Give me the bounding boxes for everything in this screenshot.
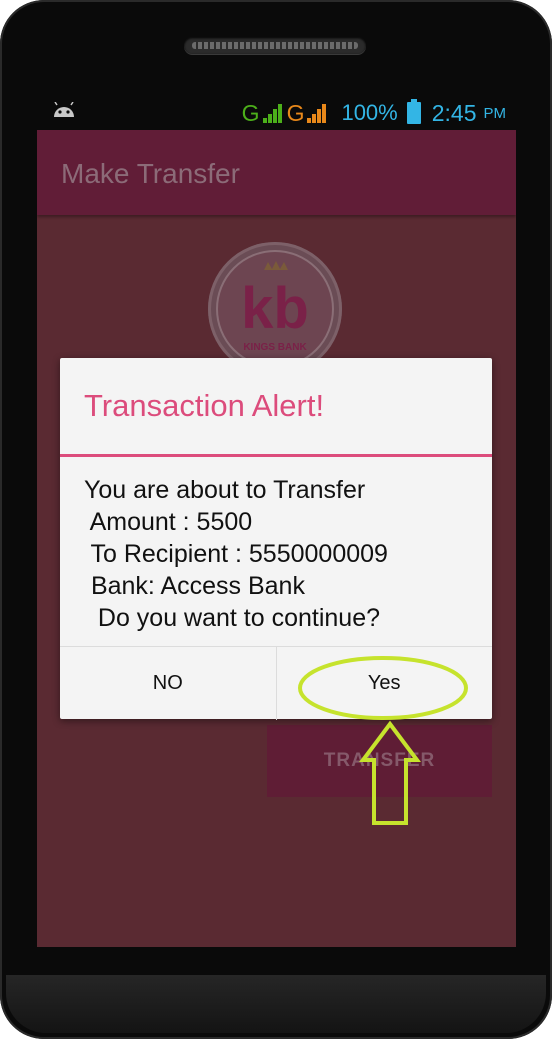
dialog-title: Transaction Alert! <box>84 388 325 423</box>
logo-monogram: kb <box>241 276 309 341</box>
clock-ampm: PM <box>483 104 507 122</box>
dialog-title-divider <box>60 454 492 457</box>
network-type-1: G <box>241 99 260 126</box>
no-button[interactable]: NO <box>60 647 277 720</box>
battery-icon <box>406 99 421 124</box>
transaction-alert-dialog: Transaction Alert! You are about to Tran… <box>60 358 492 720</box>
signal-icon <box>307 103 327 123</box>
battery-percent: 100% <box>341 100 398 125</box>
phone-chin <box>6 975 546 1033</box>
network-type-2: G <box>286 99 305 126</box>
yes-button[interactable]: Yes <box>277 647 493 720</box>
bank-logo: kb KINGS BANK <box>208 242 342 376</box>
dialog-message-line: You are about to Transfer <box>84 476 366 504</box>
dialog-message-line: Bank: Access Bank <box>84 572 305 600</box>
dialog-message-line: Do you want to continue? <box>84 604 381 632</box>
android-debug-icon <box>52 101 76 123</box>
dialog-message-line: To Recipient : 5550000009 <box>84 540 388 568</box>
dialog-message-line: Amount : 5500 <box>84 508 253 536</box>
app-bar: Make Transfer <box>37 130 516 215</box>
transfer-button[interactable]: TRANSFER <box>267 725 492 797</box>
signal-icon <box>262 103 282 123</box>
page-title: Make Transfer <box>61 158 240 189</box>
dialog-button-bar: NO Yes <box>60 646 492 720</box>
dialog-message: You are about to Transfer Amount : 5500 … <box>84 474 484 634</box>
logo-bank-name: KINGS BANK <box>243 342 307 353</box>
clock: 2:45 <box>431 99 477 126</box>
earpiece-speaker <box>184 37 366 54</box>
status-bar: G G 100% 2:45 PM <box>37 96 516 130</box>
